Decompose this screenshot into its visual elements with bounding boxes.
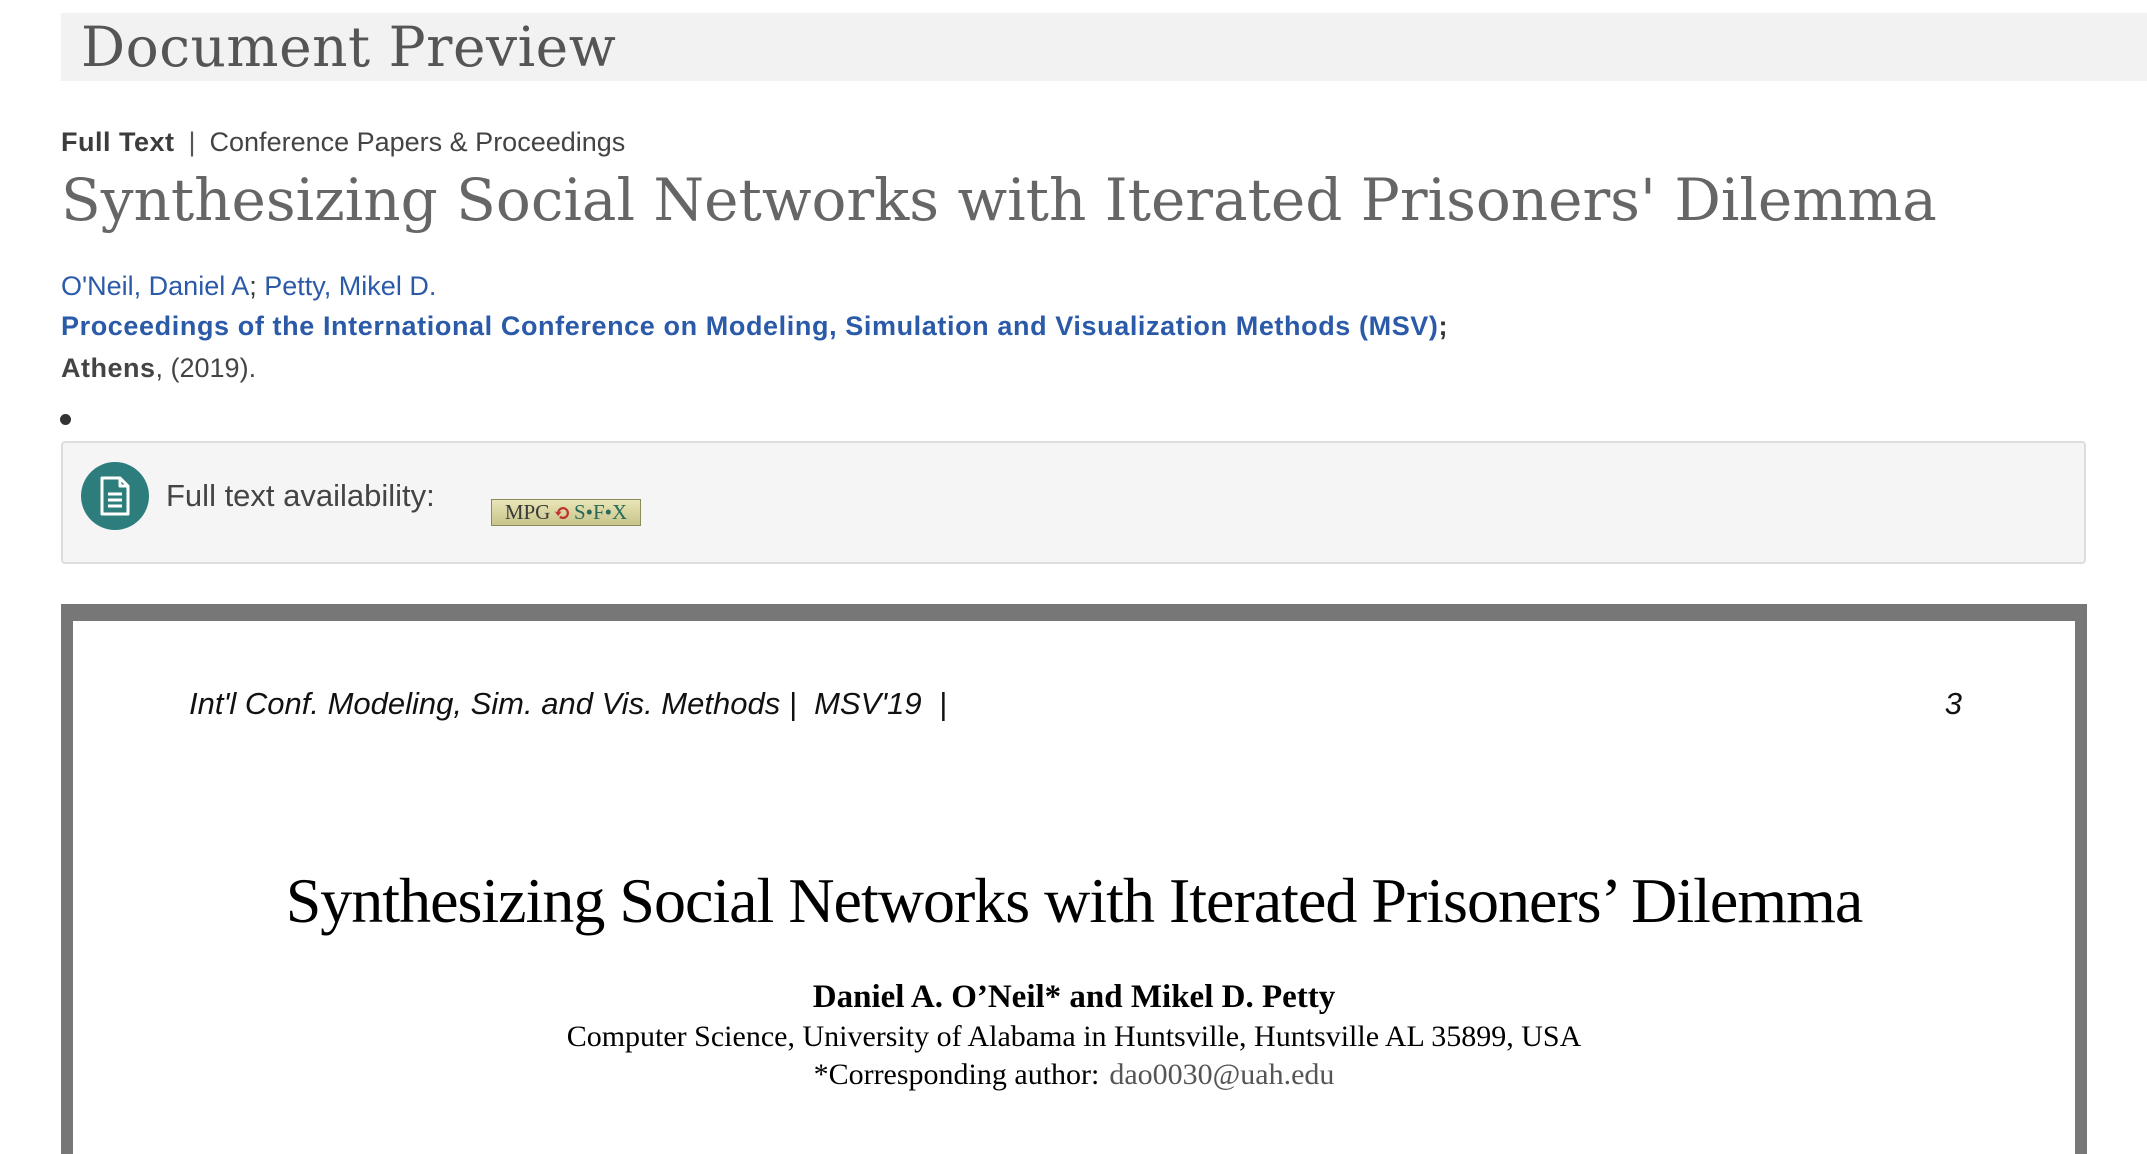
publication-place: Athens: [61, 353, 156, 383]
document-viewer[interactable]: Int'l Conf. Modeling, Sim. and Vis. Meth…: [61, 604, 2087, 1154]
meta-separator: |: [188, 127, 196, 157]
author-link[interactable]: Petty, Mikel D.: [264, 271, 436, 301]
running-head: Int'l Conf. Modeling, Sim. and Vis. Meth…: [189, 686, 947, 721]
author-list: O'Neil, Daniel A; Petty, Mikel D.: [61, 271, 436, 302]
article-title: Synthesizing Social Networks with Iterat…: [61, 166, 1937, 234]
record-category: Conference Papers & Proceedings: [209, 127, 626, 157]
sfx-link-button[interactable]: MPG ⟲ S•F•X: [491, 499, 641, 526]
document-preview-header: Document Preview: [61, 13, 2147, 81]
sfx-logo-icon: ⟲: [553, 500, 571, 525]
sfx-text: S•F•X: [573, 500, 628, 524]
source: Proceedings of the International Confere…: [61, 311, 1448, 342]
author-separator: ;: [249, 271, 257, 301]
fulltext-availability-box: Full text availability: MPG ⟲ S•F•X: [61, 441, 2086, 564]
document-page: Int'l Conf. Modeling, Sim. and Vis. Meth…: [73, 621, 2075, 1154]
publication-year: , (2019).: [155, 353, 257, 383]
sfx-mpg-text: MPG: [504, 500, 551, 524]
record-type: Full Text: [61, 127, 175, 157]
paper-authors: Daniel A. O’Neil* and Mikel D. Petty: [812, 979, 1336, 1015]
corresponding-label: *Corresponding author:: [813, 1058, 1100, 1091]
paper-affiliation: Computer Science, University of Alabama …: [566, 1020, 1582, 1053]
source-terminator: ;: [1438, 311, 1449, 341]
paper-title: Synthesizing Social Networks with Iterat…: [285, 865, 1864, 936]
list-bullet: [60, 414, 71, 425]
corresponding-email[interactable]: dao0030@uah.edu: [1109, 1058, 1334, 1091]
header-title: Document Preview: [81, 15, 617, 79]
availability-label: Full text availability:: [166, 478, 435, 513]
page-number: 3: [1944, 686, 1962, 721]
publication-info: Athens, (2019).: [61, 353, 256, 384]
document-icon: [81, 462, 149, 530]
corresponding-author: *Corresponding author: dao0030@uah.edu: [73, 1058, 2075, 1092]
page: Document Preview Full Text | Conference …: [0, 0, 2147, 1154]
author-link[interactable]: O'Neil, Daniel A: [61, 271, 249, 301]
source-link[interactable]: Proceedings of the International Confere…: [61, 311, 1439, 341]
record-meta: Full Text | Conference Papers & Proceedi…: [61, 127, 625, 158]
